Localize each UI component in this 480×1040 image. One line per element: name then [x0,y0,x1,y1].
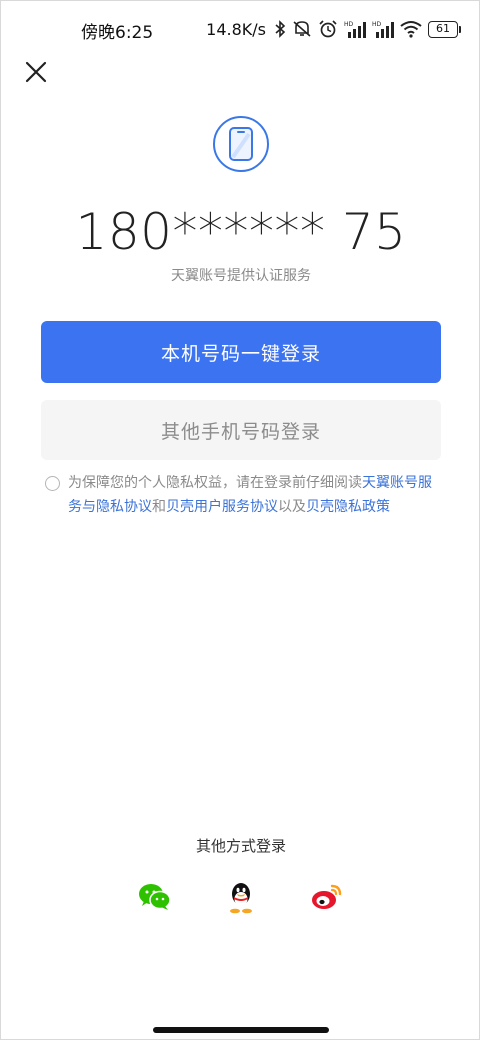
battery-tip [459,25,461,33]
phone-icon [229,127,253,161]
agreement-and: 和 [152,499,166,515]
bluetooth-icon [274,18,286,40]
other-login-label: 其他方式登录 [195,837,286,855]
qq-login-button[interactable] [223,879,259,915]
hd-signal-icon: HD [344,18,366,40]
phone-badge [213,116,269,172]
beike-privacy-policy-link[interactable]: 贝壳隐私政策 [306,499,390,515]
wifi-icon [400,18,422,40]
svg-text:HD: HD [372,21,382,28]
status-icons: 14.8K/s HD HD 61 [206,15,461,43]
wechat-login-button[interactable] [137,879,173,915]
agreement-text: 为保障您的个人隐私权益，请在登录前仔细阅读天翼账号服务与隐私协议和贝壳用户服务协… [45,471,445,519]
battery-icon: 61 [428,20,461,38]
alarm-icon [318,18,338,40]
network-speed: 14.8K/s [206,19,266,39]
hd-signal-icon: HD [372,18,394,40]
provider-note: 天翼账号提供认证服务 [171,268,311,284]
qq-icon [230,883,252,914]
home-indicator [153,1027,329,1033]
agreement-prefix: 为保障您的个人隐私权益，请在登录前仔细阅读 [68,475,362,491]
svg-text:HD: HD [344,21,354,28]
masked-phone-number: 180****** 75 [75,203,407,261]
login-screen: 傍晚6:25 14.8K/s HD HD 61 180****** 75 天翼账… [0,0,480,1040]
agree-checkbox[interactable] [45,476,60,491]
beike-user-agreement-link[interactable]: 贝壳用户服务协议 [166,499,278,515]
other-phone-login-button[interactable]: 其他手机号码登录 [41,400,441,460]
agreement: 为保障您的个人隐私权益，请在登录前仔细阅读天翼账号服务与隐私协议和贝壳用户服务协… [45,471,445,519]
agreement-also: 以及 [278,499,306,515]
mute-icon [292,18,312,40]
status-time: 傍晚6:25 [81,23,154,43]
wechat-icon [139,884,171,910]
close-icon [25,61,47,83]
battery-level: 61 [428,20,458,38]
weibo-icon [312,884,342,909]
weibo-login-button[interactable] [309,879,345,915]
status-bar: 傍晚6:25 14.8K/s HD HD 61 [1,1,480,57]
close-button[interactable] [19,55,53,89]
one-tap-login-button[interactable]: 本机号码一键登录 [41,321,441,383]
